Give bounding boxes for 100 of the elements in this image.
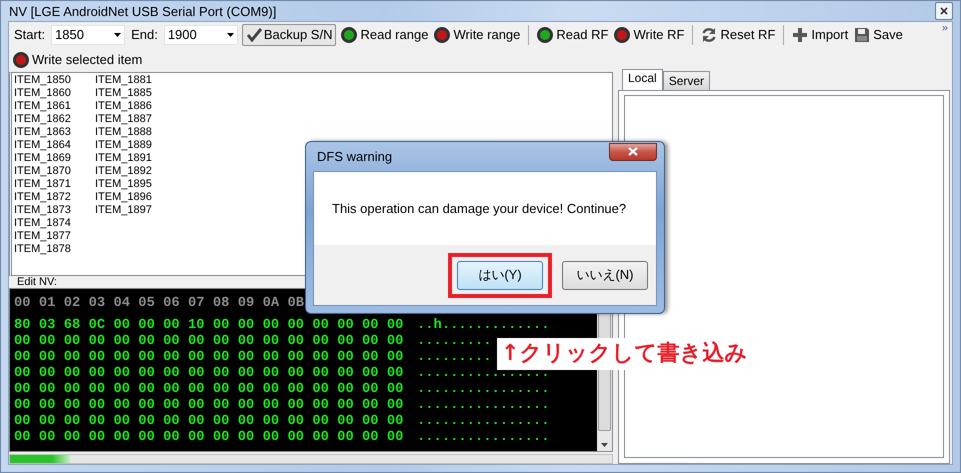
column-header: 09	[238, 295, 254, 313]
hex-byte: 00	[64, 350, 80, 366]
dialog-title: DFS warning	[316, 149, 392, 164]
hex-byte: 00	[38, 414, 56, 430]
hex-byte: 00	[64, 398, 80, 414]
hex-byte: 00	[188, 350, 205, 366]
hex-byte: 03	[38, 318, 56, 334]
hex-byte: 00	[362, 382, 379, 398]
hex-byte: 00	[14, 414, 31, 430]
hex-byte: 00	[262, 318, 280, 334]
hex-byte: 10	[188, 318, 205, 334]
hex-byte: 00	[337, 366, 354, 382]
hex-byte: 00	[138, 350, 155, 366]
hex-byte: 00	[188, 334, 205, 350]
hex-byte: 00	[386, 382, 404, 398]
hex-byte: 00	[113, 366, 130, 382]
hex-byte: 00	[238, 382, 254, 398]
hex-byte: 00	[238, 318, 254, 334]
ascii-text: .........	[417, 334, 492, 350]
ascii-text: ................	[417, 398, 550, 414]
hex-byte: 00	[38, 366, 56, 382]
hex-byte: 00	[88, 414, 106, 430]
hex-byte: 00	[362, 318, 379, 334]
hex-byte: 00	[337, 382, 354, 398]
hex-byte: 00	[386, 334, 404, 350]
hex-byte: 00	[287, 382, 304, 398]
hex-byte: 00	[287, 334, 304, 350]
hex-byte: 00	[212, 318, 230, 334]
ascii-text: ................	[417, 382, 550, 398]
hex-byte: 00	[188, 430, 205, 446]
hex-byte: 00	[163, 398, 180, 414]
hex-byte: 00	[188, 414, 205, 430]
hex-byte: 00	[88, 334, 106, 350]
hex-byte: 00	[188, 382, 205, 398]
hex-byte: 00	[337, 334, 354, 350]
hex-byte: 00	[14, 334, 31, 350]
hex-byte: 00	[362, 430, 379, 446]
hex-byte: 00	[337, 350, 354, 366]
window-title: NV [LGE AndroidNet USB Serial Port (COM9)]	[8, 4, 276, 18]
hex-byte: 00	[212, 382, 230, 398]
dialog-message: This operation can damage your device! Continue?	[332, 201, 626, 216]
hex-byte: 00	[88, 398, 106, 414]
hex-byte: 00	[386, 350, 404, 366]
hex-byte: 00	[312, 366, 329, 382]
hex-byte: 00	[163, 430, 180, 446]
hex-byte: 80	[14, 318, 31, 334]
hex-byte: 00	[64, 382, 80, 398]
hex-byte: 00	[113, 398, 130, 414]
column-header: 00	[14, 295, 31, 313]
hex-byte: 00	[212, 350, 230, 366]
hex-byte: 00	[287, 430, 304, 446]
hex-byte: 0C	[88, 318, 106, 334]
ascii-text: ................	[417, 414, 550, 430]
column-header: 07	[188, 295, 205, 313]
hex-byte: 00	[138, 414, 155, 430]
hex-byte: 00	[238, 430, 254, 446]
hex-byte: 00	[88, 350, 106, 366]
hex-byte: 00	[212, 414, 230, 430]
hex-byte: 00	[14, 366, 31, 382]
column-header: 04	[113, 295, 130, 313]
hex-byte: 00	[64, 334, 80, 350]
hex-byte: 00	[238, 350, 254, 366]
hex-byte: 00	[113, 350, 130, 366]
hex-byte: 00	[38, 398, 56, 414]
hex-byte: 00	[212, 366, 230, 382]
hex-byte: 00	[287, 318, 304, 334]
ascii-text: .........	[417, 350, 492, 366]
hex-byte: 00	[113, 382, 130, 398]
hex-byte: 00	[138, 318, 155, 334]
hex-byte: 00	[138, 334, 155, 350]
hex-byte: 00	[362, 350, 379, 366]
hex-byte: 00	[188, 366, 205, 382]
ascii-text: ..h.............	[417, 318, 550, 334]
hex-byte: 00	[337, 398, 354, 414]
hex-byte: 00	[64, 414, 80, 430]
hex-byte: 00	[287, 366, 304, 382]
hex-byte: 00	[212, 430, 230, 446]
hex-byte: 00	[362, 366, 379, 382]
hex-byte: 00	[238, 414, 254, 430]
hex-byte: 00	[337, 414, 354, 430]
hex-byte: 00	[163, 382, 180, 398]
hex-byte: 00	[262, 382, 280, 398]
hex-byte: 00	[163, 414, 180, 430]
hex-byte: 00	[262, 350, 280, 366]
ascii-text: ................	[417, 430, 550, 446]
hex-byte: 00	[88, 430, 106, 446]
column-header: 06	[163, 295, 180, 313]
hex-byte: 00	[262, 398, 280, 414]
hex-byte: 00	[163, 350, 180, 366]
hex-byte: 00	[312, 430, 329, 446]
hex-byte: 00	[312, 414, 329, 430]
hex-byte: 00	[113, 334, 130, 350]
hex-byte: 00	[386, 398, 404, 414]
hex-byte: 00	[238, 334, 254, 350]
hex-byte: 00	[64, 366, 80, 382]
hex-byte: 00	[287, 350, 304, 366]
hex-byte: 00	[163, 334, 180, 350]
hex-byte: 00	[262, 414, 280, 430]
hex-byte: 68	[64, 318, 80, 334]
hex-byte: 00	[138, 398, 155, 414]
